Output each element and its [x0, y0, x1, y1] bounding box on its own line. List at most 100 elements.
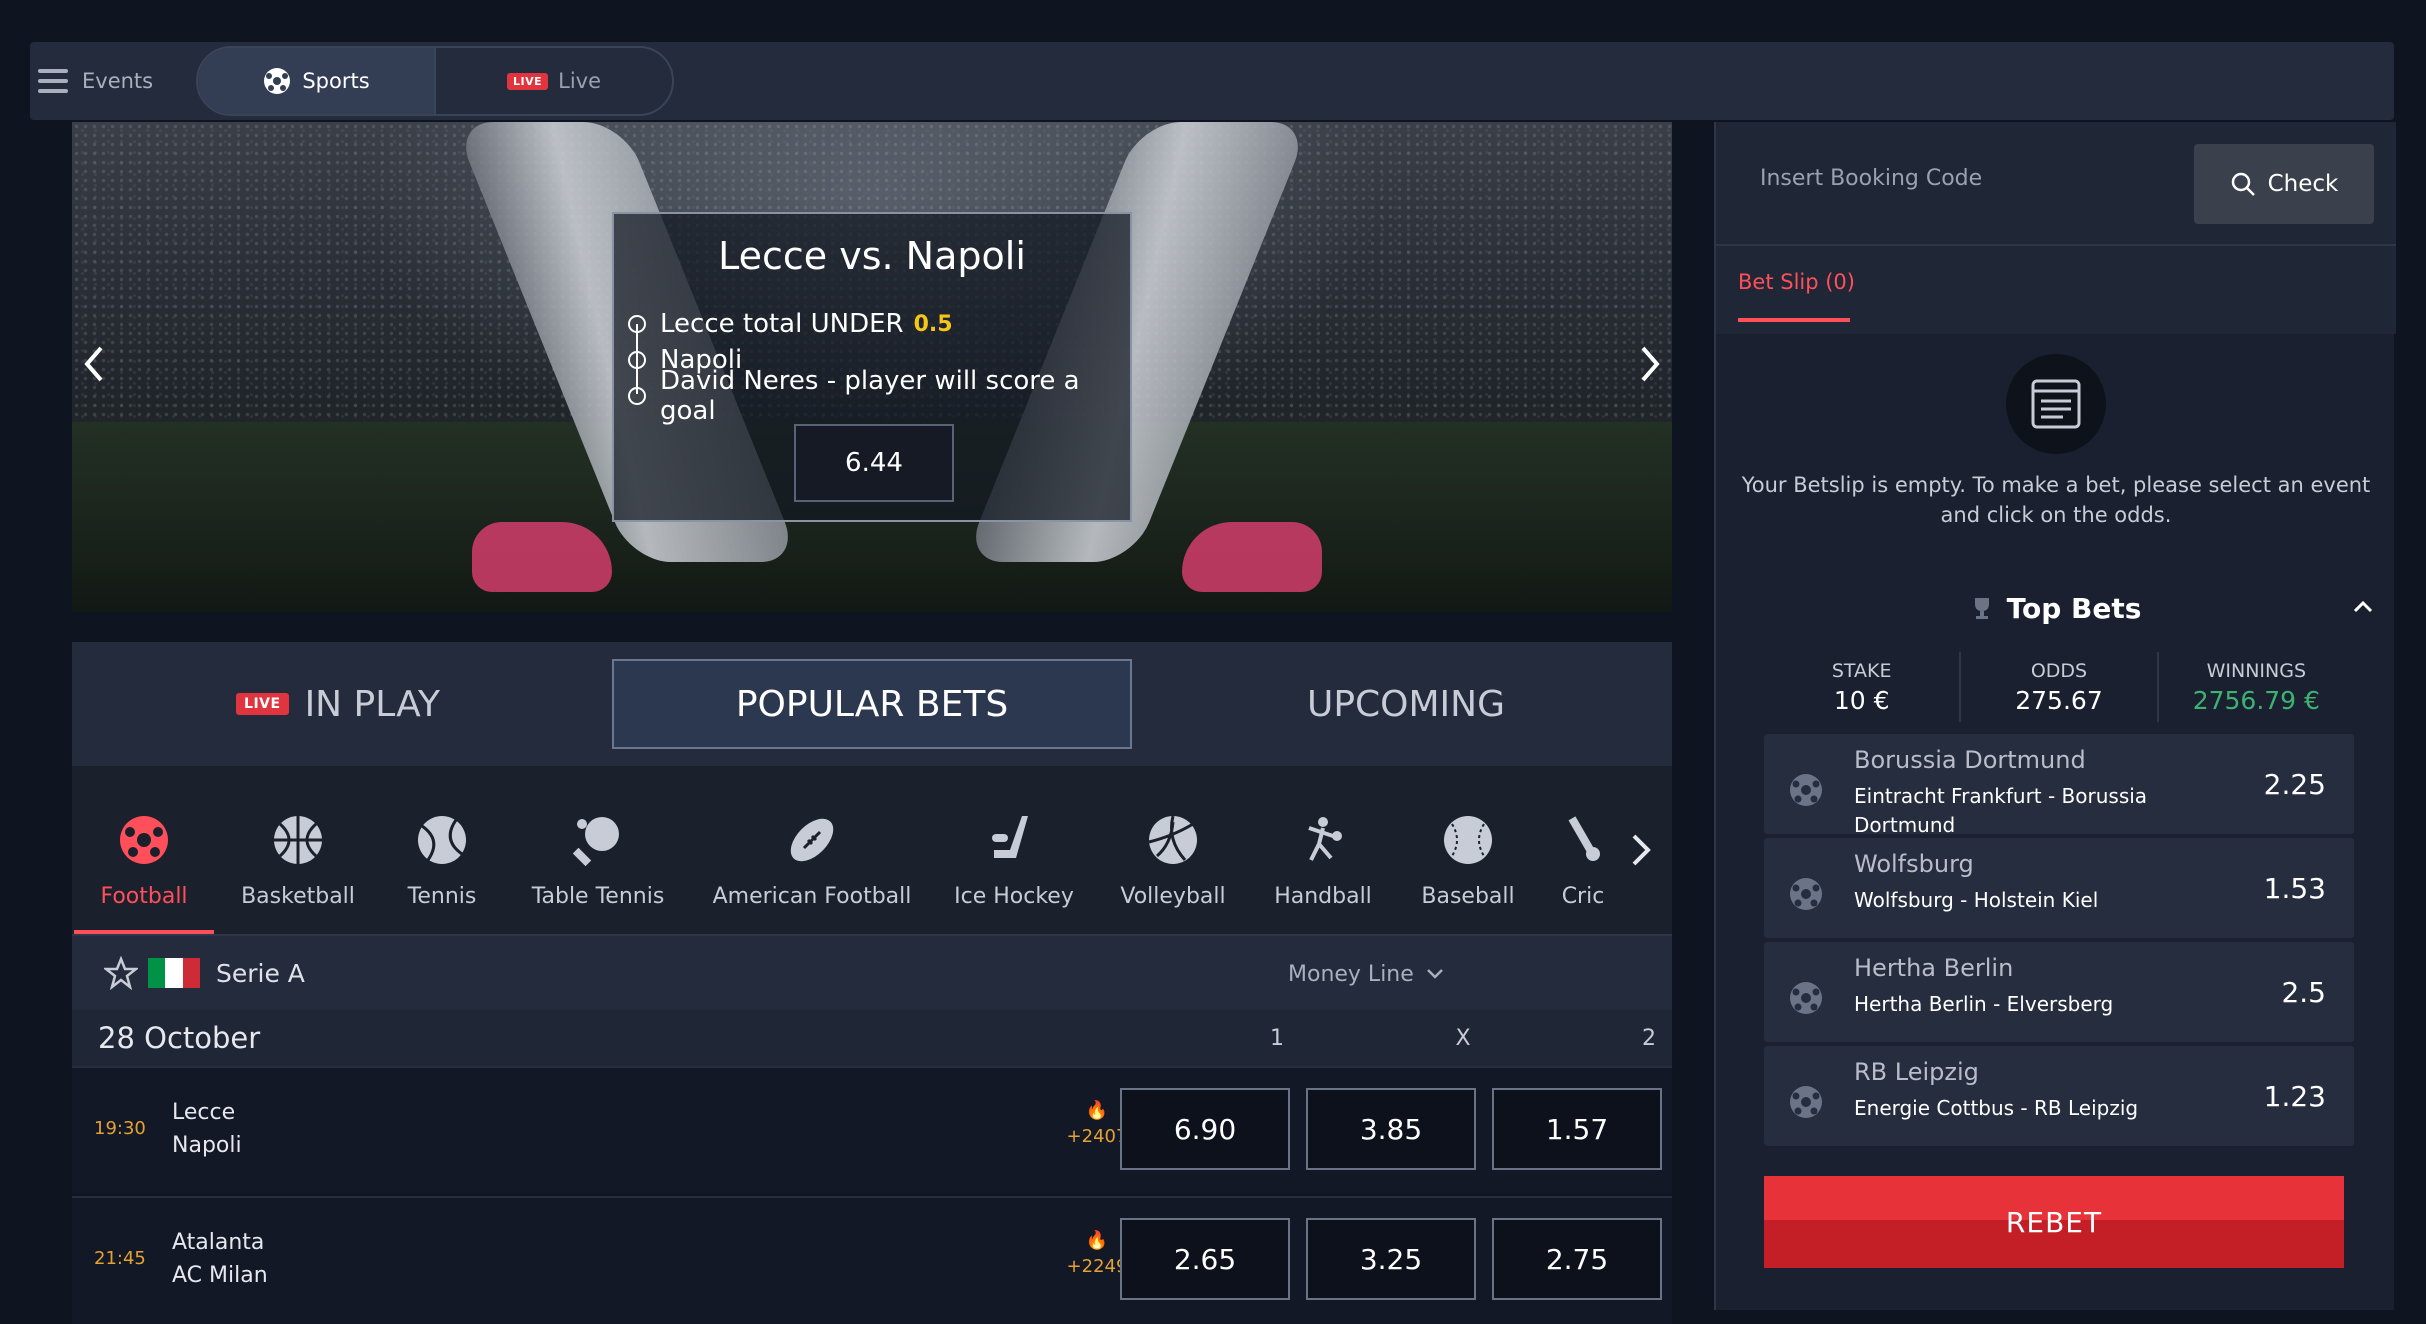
top-bet-item[interactable]: RB Leipzig Energie Cottbus - RB Leipzig … [1764, 1046, 2354, 1146]
stake-value: 10 € [1833, 685, 1890, 715]
search-icon [2231, 172, 2255, 196]
top-bet-odds: 1.23 [2263, 1080, 2326, 1113]
american-football-icon [790, 818, 834, 862]
sport-label: American Football [712, 884, 912, 909]
sport-item-football[interactable]: Football [74, 784, 214, 934]
sport-label: Cric [1561, 884, 1605, 909]
flag-stripe [165, 958, 183, 988]
sport-item-american-football[interactable]: American Football [694, 784, 930, 934]
odds-button-draw[interactable]: 3.25 [1306, 1218, 1476, 1300]
selection-text: David Neres - player will score a goal [660, 366, 1080, 426]
hamburger-menu-icon [38, 69, 68, 93]
events-label: Events [82, 69, 154, 93]
carousel-next-button[interactable] [1630, 344, 1670, 384]
odds-button-home[interactable]: 6.90 [1120, 1088, 1290, 1170]
sport-item-handball[interactable]: Handball [1248, 784, 1398, 934]
soccer-ball-icon [1790, 982, 1822, 1014]
cricket-icon [1568, 816, 1600, 861]
sports-tab[interactable]: Sports [198, 48, 436, 114]
sport-item-table-tennis[interactable]: Table Tennis [502, 784, 694, 934]
rebet-button[interactable]: REBET [1764, 1176, 2344, 1268]
sport-item-basketball[interactable]: Basketball [214, 784, 382, 934]
sport-item-ice-hockey[interactable]: Ice Hockey [930, 784, 1098, 934]
top-bet-match: Energie Cottbus - RB Leipzig [1854, 1096, 2139, 1120]
event-time: 19:30 [94, 1118, 146, 1139]
soccer-ball-icon [1790, 1086, 1822, 1118]
league-header: Serie A Money Line [72, 934, 1672, 1010]
odds-button-away[interactable]: 1.57 [1492, 1088, 1662, 1170]
sport-item-tennis[interactable]: Tennis [382, 784, 502, 934]
chevron-up-icon[interactable] [2352, 596, 2374, 618]
check-label: Check [2267, 171, 2339, 197]
sport-label: Basketball [241, 884, 355, 909]
sport-item-volleyball[interactable]: Volleyball [1098, 784, 1248, 934]
soccer-ball-icon [1790, 774, 1822, 806]
baseball-icon [1444, 816, 1492, 864]
date-header-row: 28 October 1 X 2 [72, 1010, 1672, 1066]
tab-upcoming[interactable]: UPCOMING [1148, 659, 1664, 749]
live-tab[interactable]: LIVE Live [436, 48, 672, 114]
sport-item-baseball[interactable]: Baseball [1398, 784, 1538, 934]
event-teams: Lecce Napoli [172, 1096, 242, 1162]
empty-betslip-message: Your Betslip is empty. To make a bet, pl… [1741, 473, 2371, 527]
soccer-ball-icon [264, 68, 291, 94]
event-row[interactable]: 19:30 Lecce Napoli 🔥 +2407 6.90 3.85 1.5… [72, 1066, 1672, 1194]
sports-label: Sports [302, 69, 370, 93]
selection-dot-icon [628, 387, 646, 405]
volleyball-icon [1148, 815, 1197, 864]
sport-label: Handball [1274, 884, 1372, 909]
featured-bet-odds-button[interactable]: 6.44 [794, 424, 954, 502]
top-bet-team: Wolfsburg [1854, 850, 1974, 878]
tab-bet-slip[interactable]: Bet Slip (0) [1738, 270, 1855, 294]
events-menu-button[interactable]: Events [38, 42, 153, 120]
tab-label: IN PLAY [304, 683, 440, 725]
odds-button-draw[interactable]: 3.85 [1306, 1088, 1476, 1170]
top-bet-match: Eintracht Frankfurt - Borussia Dortmund [1854, 784, 2148, 837]
tab-label: POPULAR BETS [735, 683, 1009, 725]
top-bet-team: Borussia Dortmund [1854, 746, 2086, 774]
sport-label: Volleyball [1120, 884, 1226, 909]
market-selector-dropdown[interactable]: Money Line [1288, 936, 1444, 1012]
soccer-ball-icon [1790, 878, 1822, 910]
odds-button-away[interactable]: 2.75 [1492, 1218, 1662, 1300]
event-row[interactable]: 21:45 Atalanta AC Milan 🔥 +2249 2.65 3.2… [72, 1196, 1672, 1324]
odds-stat: ODDS 275.67 [1961, 652, 2159, 722]
football-icon [120, 816, 168, 864]
selection-highlight: 0.5 [913, 311, 953, 337]
winnings-stat: WINNINGS 2756.79 € [2159, 652, 2354, 722]
sport-label: Table Tennis [531, 884, 665, 909]
featured-bet-title: Lecce vs. Napoli [718, 234, 1026, 278]
player-boot-image [472, 522, 612, 592]
sports-live-toggle: Sports LIVE Live [196, 46, 674, 116]
top-bets-title: Top Bets [2006, 591, 2142, 625]
top-bets-summary: STAKE 10 € ODDS 275.67 WINNINGS 2756.79 … [1764, 652, 2354, 722]
top-navigation-bar: Events Sports LIVE Live [30, 42, 2394, 120]
sport-label: Ice Hockey [954, 884, 1074, 909]
tab-popular-bets[interactable]: POPULAR BETS [612, 659, 1132, 749]
selection-text: Lecce total UNDER [660, 309, 904, 339]
top-bet-item[interactable]: Hertha Berlin Hertha Berlin - Elversberg… [1764, 942, 2354, 1042]
favorite-star-icon[interactable] [104, 956, 138, 990]
carousel-prev-button[interactable] [74, 344, 114, 384]
top-bet-match: Wolfsburg - Holstein Kiel [1854, 888, 2099, 912]
chevron-right-icon[interactable] [1626, 830, 1656, 870]
column-header-draw: X [1455, 1025, 1471, 1051]
check-booking-button[interactable]: Check [2194, 144, 2374, 224]
odds-button-home[interactable]: 2.65 [1120, 1218, 1290, 1300]
top-bets-header[interactable]: Top Bets [1716, 578, 2396, 638]
home-team: Lecce [172, 1100, 236, 1125]
booking-code-input[interactable]: Insert Booking Code [1760, 166, 1982, 191]
top-bet-item[interactable]: Wolfsburg Wolfsburg - Holstein Kiel 1.53 [1764, 838, 2354, 938]
top-bet-item[interactable]: Borussia Dortmund Eintracht Frankfurt - … [1764, 734, 2354, 837]
flag-stripe [182, 958, 200, 988]
stake-label: STAKE [1831, 659, 1892, 682]
basketball-icon [274, 816, 322, 864]
home-team: Atalanta [172, 1230, 265, 1255]
event-time: 21:45 [94, 1248, 146, 1269]
winnings-value: 2756.79 € [2192, 685, 2320, 715]
live-label: Live [558, 69, 602, 93]
sport-item-cricket[interactable]: Cric [1538, 784, 1628, 934]
tab-in-play[interactable]: LIVE IN PLAY [80, 659, 596, 749]
handball-icon [1308, 817, 1342, 861]
selection-item: Lecce total UNDER 0.5 [628, 306, 1130, 342]
